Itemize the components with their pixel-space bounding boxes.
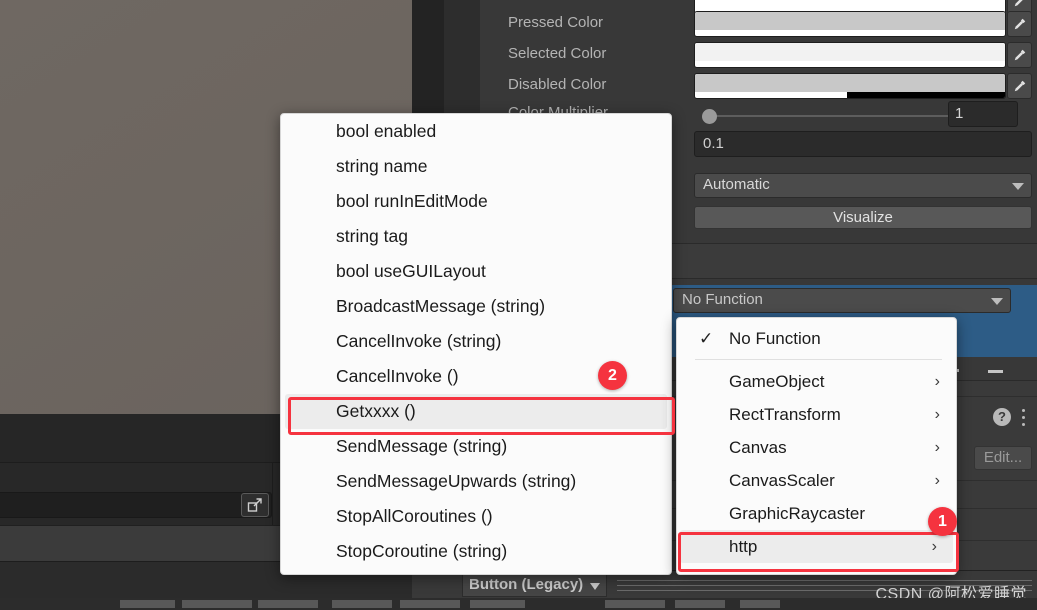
menu-item-getxxxx[interactable]: Getxxxx ()	[285, 394, 667, 429]
kebab-dot	[1021, 416, 1025, 419]
color-swatch-main	[695, 43, 1005, 63]
method-context-menu[interactable]: bool enabled string name bool runInEditM…	[280, 113, 672, 575]
menu-item-sendmessage[interactable]: SendMessage (string)	[281, 429, 671, 464]
footer-block	[740, 600, 780, 608]
left-panel-divider	[272, 462, 273, 525]
navigation-dropdown-value: Automatic	[703, 176, 770, 193]
help-icon[interactable]: ?	[993, 408, 1011, 426]
eyedropper-icon	[1014, 49, 1025, 61]
footer-block	[182, 600, 252, 608]
menu-item-label: Canvas	[729, 438, 787, 457]
remove-event-button[interactable]	[980, 360, 1010, 382]
eyedropper-button-selected[interactable]	[1007, 42, 1032, 68]
inspector-label-disabled-color: Disabled Color	[508, 76, 607, 93]
menu-item-string-tag[interactable]: string tag	[281, 219, 671, 254]
kebab-menu-icon[interactable]	[1021, 409, 1025, 426]
color-alpha-fill	[695, 30, 1005, 36]
fade-duration-field[interactable]: 0.1	[694, 131, 1032, 157]
color-alpha-bar	[695, 92, 1005, 98]
object-reference-field[interactable]	[0, 492, 272, 518]
menu-item-cancelinvoke-string[interactable]: CancelInvoke (string)	[281, 324, 671, 359]
menu-item-bool-enabled[interactable]: bool enabled	[281, 114, 671, 149]
annotation-badge-2: 2	[598, 361, 627, 390]
menu-item-string-name[interactable]: string name	[281, 149, 671, 184]
menu-item-no-function[interactable]: ✓ No Function	[677, 322, 956, 355]
slider-track	[708, 115, 948, 117]
eyedropper-button-disabled[interactable]	[1007, 73, 1032, 99]
chevron-right-icon: ›	[934, 472, 940, 489]
menu-item-recttransform[interactable]: RectTransform ›	[677, 398, 956, 431]
footer-block	[605, 600, 665, 608]
menu-item-bool-usegui layout[interactable]: bool useGUILayout	[281, 254, 671, 289]
check-icon: ✓	[699, 329, 714, 348]
chevron-right-icon: ›	[934, 439, 940, 456]
chevron-right-icon: ›	[934, 406, 940, 423]
legacy-component-dropdown[interactable]: Button (Legacy)	[462, 573, 607, 597]
kebab-dot	[1021, 423, 1025, 426]
menu-item-label: GraphicRaycaster	[729, 504, 866, 523]
annotation-badge-1: 1	[928, 507, 957, 536]
menu-item-stopcoroutine[interactable]: StopCoroutine (string)	[281, 534, 671, 569]
visualize-button[interactable]: Visualize	[694, 206, 1032, 229]
menu-item-label: No Function	[729, 329, 821, 348]
event-function-value: No Function	[682, 291, 763, 308]
menu-item-label: RectTransform	[729, 405, 841, 424]
color-swatch-main	[695, 12, 1005, 32]
menu-item-sendmessageupwards[interactable]: SendMessageUpwards (string)	[281, 464, 671, 499]
chevron-down-icon	[1012, 183, 1024, 190]
menu-item-gameobject[interactable]: GameObject ›	[677, 365, 956, 398]
function-target-menu[interactable]: ✓ No Function GameObject › RectTransform…	[676, 317, 957, 575]
edit-button[interactable]: Edit...	[974, 446, 1032, 470]
menu-item-bool-runineditmode[interactable]: bool runInEditMode	[281, 184, 671, 219]
footer-strip	[0, 598, 1037, 610]
menu-separator	[695, 359, 942, 360]
color-swatch-main	[695, 74, 1005, 94]
footer-block	[470, 600, 525, 608]
color-swatch-pressed[interactable]	[694, 11, 1006, 37]
footer-block	[258, 600, 318, 608]
slider-knob[interactable]	[702, 109, 717, 124]
color-swatch-selected[interactable]	[694, 42, 1006, 68]
menu-item-stopallcoroutines[interactable]: StopAllCoroutines ()	[281, 499, 671, 534]
menu-item-canvasscaler[interactable]: CanvasScaler ›	[677, 464, 956, 497]
inspector-label-pressed-color: Pressed Color	[508, 14, 604, 31]
footer-block	[120, 600, 175, 608]
color-multiplier-slider[interactable]	[694, 104, 954, 128]
object-picker-icon	[247, 498, 262, 512]
color-alpha-fill	[695, 92, 847, 98]
menu-item-label: CanvasScaler	[729, 471, 835, 490]
menu-item-http[interactable]: http ›	[680, 530, 953, 563]
color-alpha-fill	[695, 61, 1005, 67]
color-alpha-bar	[695, 61, 1005, 67]
menu-item-label: http	[729, 537, 758, 556]
footer-block	[675, 600, 725, 608]
eyedropper-icon	[1014, 18, 1025, 30]
eyedropper-icon	[1014, 0, 1024, 7]
menu-item-label: GameObject	[729, 372, 825, 391]
screen-root: Pressed Color Selected Color Disabled Co…	[0, 0, 1037, 610]
object-picker-button[interactable]	[241, 493, 269, 517]
menu-item-graphicraycaster[interactable]: GraphicRaycaster ›	[677, 497, 956, 530]
navigation-dropdown[interactable]: Automatic	[694, 173, 1032, 198]
menu-item-broadcastmessage[interactable]: BroadcastMessage (string)	[281, 289, 671, 324]
chevron-down-icon	[991, 298, 1003, 305]
color-swatch-disabled[interactable]	[694, 73, 1006, 99]
footer-block	[400, 600, 460, 608]
minus-icon	[987, 369, 1003, 373]
kebab-dot	[1021, 409, 1025, 412]
inspector-label-selected-color: Selected Color	[508, 45, 607, 62]
footer-block	[332, 600, 392, 608]
chevron-down-icon	[590, 583, 600, 590]
chevron-right-icon: ›	[934, 373, 940, 390]
eyedropper-button-pressed[interactable]	[1007, 11, 1032, 37]
legacy-component-label: Button (Legacy)	[469, 576, 584, 593]
color-multiplier-value-field[interactable]: 1	[948, 101, 1018, 127]
menu-item-canvas[interactable]: Canvas ›	[677, 431, 956, 464]
color-alpha-bar	[695, 30, 1005, 36]
event-function-dropdown[interactable]: No Function	[673, 288, 1011, 313]
eyedropper-icon	[1014, 80, 1025, 92]
